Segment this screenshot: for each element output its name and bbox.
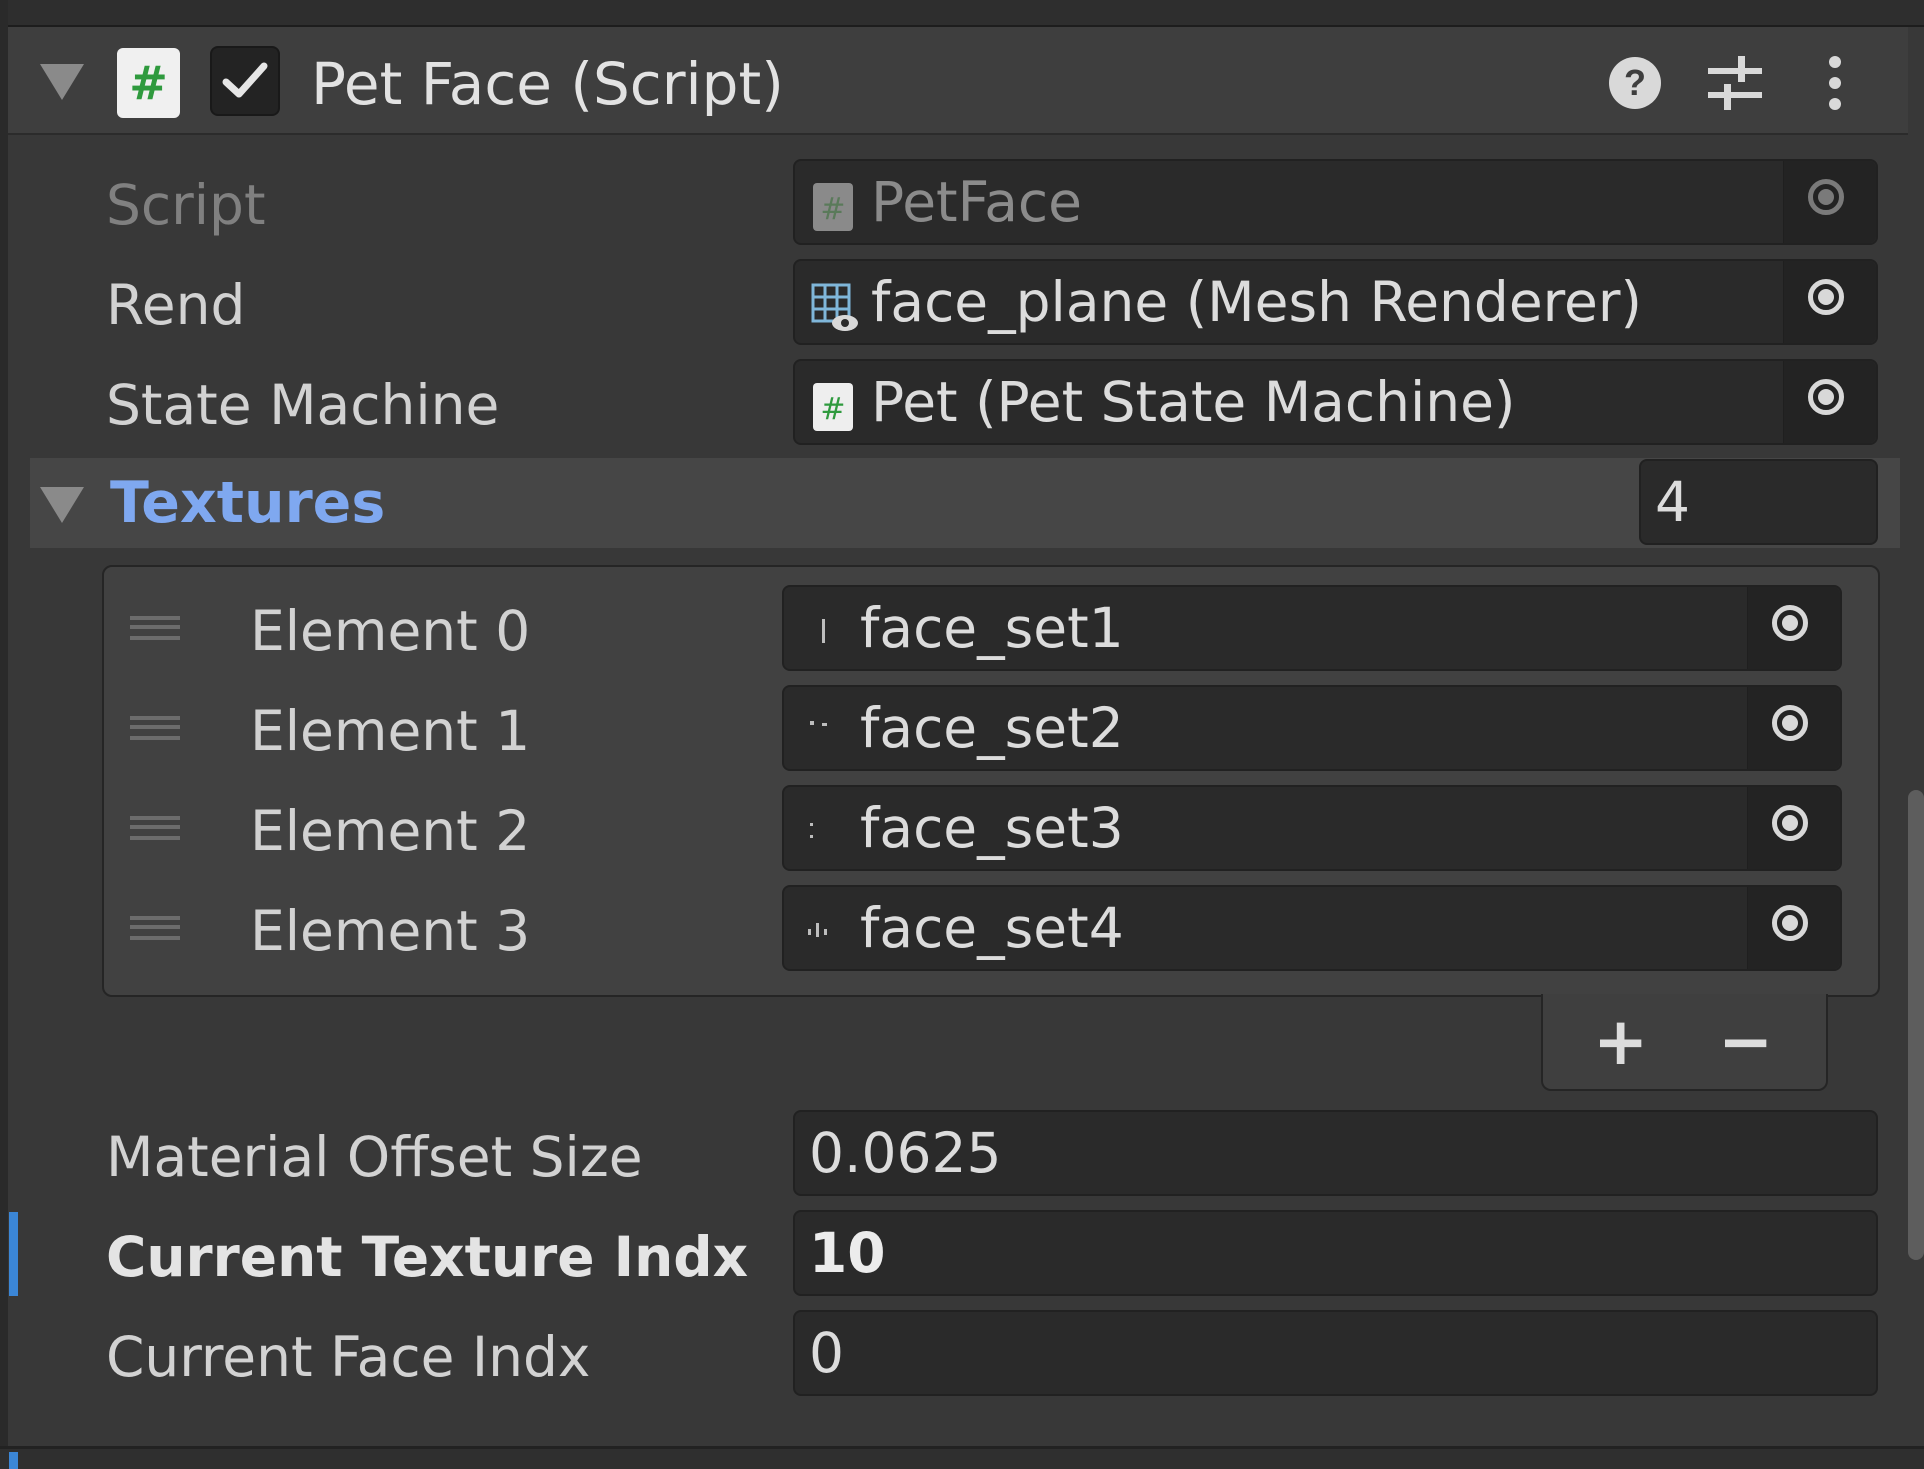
object-picker-button[interactable] <box>1747 887 1840 969</box>
top-bar <box>0 0 1924 27</box>
rend-label: Rend <box>106 273 246 337</box>
material-offset-size-value: 0.0625 <box>809 1121 1002 1185</box>
drag-handle-icon[interactable] <box>130 716 180 740</box>
element-3-value: face_set4 <box>860 896 1124 960</box>
script-value: PetFace <box>871 170 1082 234</box>
svg-text:?: ? <box>1624 62 1646 103</box>
component-enabled-checkbox[interactable] <box>210 46 280 116</box>
svg-text:#: # <box>820 392 845 427</box>
next-component-header <box>0 1449 1924 1469</box>
material-offset-size-field[interactable]: 0.0625 <box>793 1110 1878 1196</box>
element-1-field[interactable]: face_set2 <box>782 685 1842 771</box>
current-face-indx-value: 0 <box>809 1321 844 1385</box>
element-2-label: Element 2 <box>250 799 531 863</box>
textures-label[interactable]: Textures <box>110 463 385 543</box>
script-icon: # <box>811 183 855 231</box>
foldout-arrow-icon[interactable] <box>40 487 84 523</box>
texture-thumbnail-icon <box>800 809 844 853</box>
drag-handle-icon[interactable] <box>130 916 180 940</box>
checkmark-icon <box>222 62 268 98</box>
drag-handle-icon[interactable] <box>130 816 180 840</box>
object-picker-button <box>1783 161 1876 243</box>
texture-thumbnail-icon <box>800 709 844 753</box>
texture-thumbnail-icon <box>800 909 844 953</box>
prefab-override-indicator <box>9 1212 18 1296</box>
left-edge <box>0 0 8 1469</box>
mesh-renderer-icon <box>811 283 858 331</box>
element-2-field[interactable]: face_set3 <box>782 785 1842 871</box>
material-offset-size-label: Material Offset Size <box>106 1125 643 1189</box>
object-picker-button[interactable] <box>1747 587 1840 669</box>
drag-handle-icon[interactable] <box>130 616 180 640</box>
element-0-value: face_set1 <box>860 596 1124 660</box>
svg-text:#: # <box>820 192 845 227</box>
object-picker-button[interactable] <box>1783 261 1876 343</box>
rend-value: face_plane (Mesh Renderer) <box>871 270 1642 334</box>
state-machine-field[interactable]: # Pet (Pet State Machine) <box>793 359 1878 445</box>
script-field: # PetFace <box>793 159 1878 245</box>
element-3-label: Element 3 <box>250 899 531 963</box>
current-texture-indx-value: 10 <box>809 1221 886 1285</box>
collapse-arrow-icon[interactable] <box>40 64 84 100</box>
current-texture-indx-label: Current Texture Indx <box>106 1225 749 1289</box>
add-element-button[interactable]: + <box>1593 994 1648 1089</box>
element-0-field[interactable]: face_set1 <box>782 585 1842 671</box>
element-1-label: Element 1 <box>250 699 531 763</box>
help-icon[interactable]: ? <box>1600 48 1670 118</box>
script-icon: # <box>811 383 855 431</box>
state-machine-value: Pet (Pet State Machine) <box>871 370 1516 434</box>
current-texture-indx-field[interactable]: 10 <box>793 1210 1878 1296</box>
current-face-indx-label: Current Face Indx <box>106 1325 591 1389</box>
remove-element-button[interactable]: − <box>1718 994 1773 1089</box>
vertical-scrollbar[interactable] <box>1908 790 1924 1260</box>
presets-icon[interactable] <box>1700 48 1770 118</box>
element-0-label: Element 0 <box>250 599 531 663</box>
state-machine-label: State Machine <box>106 373 500 437</box>
textures-size-value: 4 <box>1655 470 1690 534</box>
element-2-value: face_set3 <box>860 796 1124 860</box>
object-picker-button[interactable] <box>1747 687 1840 769</box>
texture-thumbnail-icon <box>800 609 844 653</box>
list-footer: + − <box>1541 994 1828 1091</box>
object-picker-button[interactable] <box>1783 361 1876 443</box>
textures-size-field[interactable]: 4 <box>1639 459 1878 545</box>
object-picker-button[interactable] <box>1747 787 1840 869</box>
element-1-value: face_set2 <box>860 696 1124 760</box>
kebab-menu-icon[interactable] <box>1800 48 1870 118</box>
script-icon: # <box>117 48 180 118</box>
script-label: Script <box>106 173 266 237</box>
rend-field[interactable]: face_plane (Mesh Renderer) <box>793 259 1878 345</box>
element-3-field[interactable]: face_set4 <box>782 885 1842 971</box>
component-title: Pet Face (Script) <box>311 50 784 118</box>
prefab-override-indicator <box>9 1452 18 1469</box>
current-face-indx-field[interactable]: 0 <box>793 1310 1878 1396</box>
